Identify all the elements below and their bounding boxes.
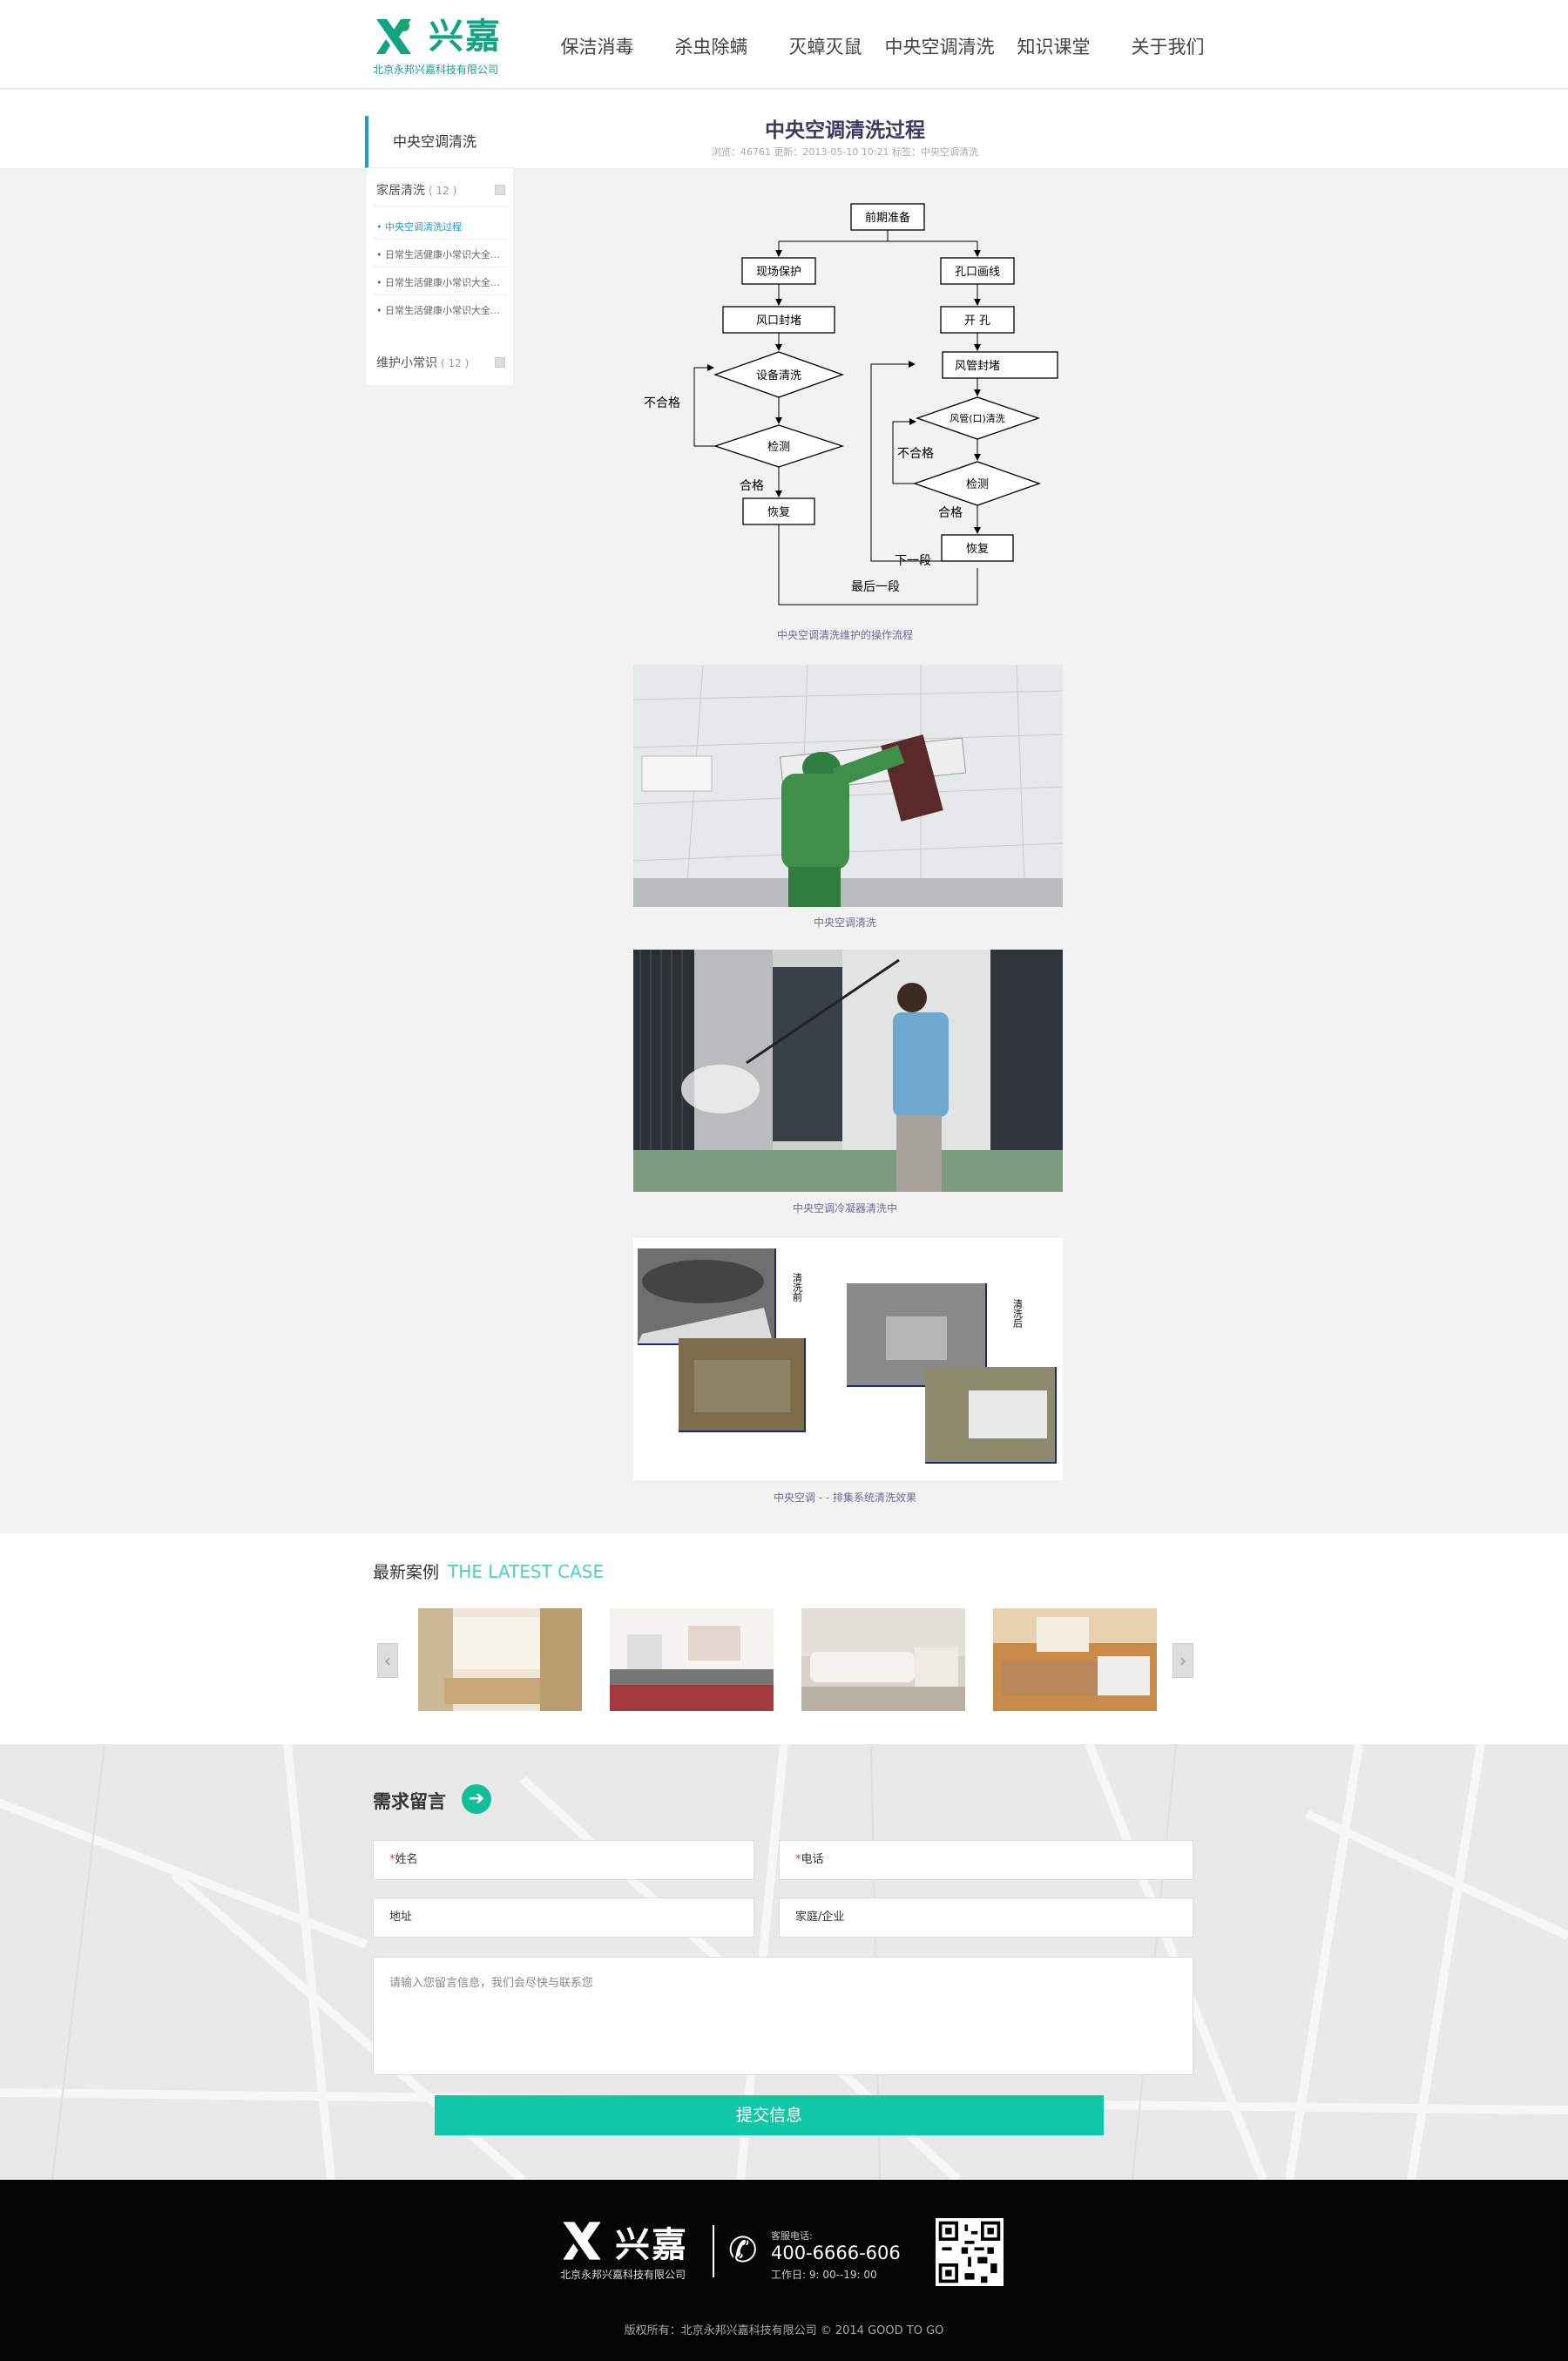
expand-icon[interactable] xyxy=(495,185,505,195)
category-label: 维护小常识 xyxy=(376,356,437,370)
cases-title-cn: 最新案例 xyxy=(373,1563,440,1582)
case-item-4[interactable] xyxy=(993,1608,1157,1711)
label-after: 清洗后 xyxy=(1012,1299,1024,1328)
photo-before-after: 清洗前 清洗后 xyxy=(633,1238,1063,1480)
footer-logo-subtitle: 北京永邦兴嘉科技有限公司 xyxy=(560,2269,686,2281)
copyright: 版权所有：北京永邦兴嘉科技有限公司 © 2014 GOOD TO GO xyxy=(624,2324,944,2337)
nav-item-roach-rodent[interactable]: 灭蟑灭鼠 xyxy=(768,0,882,89)
qr-code-icon xyxy=(936,2218,1004,2286)
flow-left-5: 恢复 xyxy=(767,506,790,519)
flow-right-6: 恢复 xyxy=(966,543,989,556)
caption-flowchart: 中央空调清洗维护的操作流程 xyxy=(776,629,913,641)
flow-right-1: 孔口画线 xyxy=(955,266,1000,279)
logo[interactable]: 兴嘉 北京永邦兴嘉科技有限公司 xyxy=(373,16,512,78)
nav-item-knowledge[interactable]: 知识课堂 xyxy=(997,0,1111,89)
footer-logo-text: 兴嘉 xyxy=(615,2225,688,2265)
flow-right-3: 风管封堵 xyxy=(955,360,1000,373)
flow-right-4: 风管(口)清洗 xyxy=(950,412,1005,424)
flow-left-3: 设备清洗 xyxy=(756,369,801,382)
caption-photo-2: 中央空调冷凝器清洗中 xyxy=(792,1202,897,1214)
flow-fail-left: 不合格 xyxy=(644,396,680,410)
case-item-3[interactable] xyxy=(801,1608,965,1711)
nav-item-cleaning[interactable]: 保洁消毒 xyxy=(540,0,654,89)
case-item-1[interactable] xyxy=(418,1608,582,1711)
photo-condenser-cleaning xyxy=(633,950,1063,1192)
type-field[interactable]: 家庭/企业 xyxy=(779,1898,1193,1938)
address-field-label: 地址 xyxy=(389,1911,413,1924)
sidebar-heading[interactable]: 中央空调清洗 xyxy=(365,116,514,168)
divider xyxy=(373,294,508,295)
nav-item-ac-cleaning[interactable]: 中央空调清洗 xyxy=(882,0,997,89)
flow-start: 前期准备 xyxy=(865,211,910,225)
flow-right-2: 开 孔 xyxy=(964,315,990,328)
name-field[interactable]: *姓名 xyxy=(373,1840,754,1880)
article-title: 中央空调清洗过程 xyxy=(765,119,925,142)
phone-field[interactable]: *电话 xyxy=(779,1840,1193,1880)
flow-next: 下一段 xyxy=(895,554,931,568)
flow-left-4: 检测 xyxy=(767,441,790,454)
cases-title: 最新案例 THE LATEST CASE xyxy=(373,1559,604,1583)
flow-right-5: 检测 xyxy=(966,478,989,491)
cases-title-en: THE LATEST CASE xyxy=(448,1561,605,1582)
cases-prev-button[interactable]: ‹ xyxy=(377,1643,398,1678)
flow-left-1: 现场保护 xyxy=(756,266,801,279)
sidebar-link[interactable]: • 日常生活健康小常识大全... xyxy=(376,247,509,261)
sidebar: 中央空调清洗 家居清洗 ( 12 ) • 中央空调清洗过程 • 日常生活健康小常识… xyxy=(365,116,514,386)
flowchart-diagram: 前期准备 现场保护 风口封堵 设备清洗 检测 不合格 合格 恢复 孔口画线 开 … xyxy=(644,203,1058,605)
tel-number[interactable]: 400-6666-606 xyxy=(771,2243,901,2263)
flow-pass-left: 合格 xyxy=(740,479,764,493)
case-item-2[interactable] xyxy=(610,1608,774,1711)
logo-subtitle: 北京永邦兴嘉科技有限公司 xyxy=(373,64,499,76)
footer-divider xyxy=(713,2225,714,2277)
sidebar-link[interactable]: • 日常生活健康小常识大全... xyxy=(376,275,509,289)
logo-x-icon xyxy=(376,19,411,54)
site-footer: 兴嘉 北京永邦兴嘉科技有限公司 ✆ 客服电话: 400-6666-606 工作日… xyxy=(0,2180,1568,2361)
message-textarea[interactable]: 请输入您留言信息，我们会尽快与联系您 xyxy=(373,1957,1193,2075)
arrow-right-icon: ➔ xyxy=(462,1784,491,1814)
label-before: 清洗前 xyxy=(792,1273,803,1302)
message-section: 需求留言 ➔ *姓名 *电话 地址 家庭/企业 请输入您留言信息，我们会尽快与联… xyxy=(0,1744,1568,2180)
nav-item-about[interactable]: 关于我们 xyxy=(1111,0,1225,89)
phone-icon: ✆ xyxy=(728,2230,758,2270)
work-hours: 工作日: 9: 00--19: 00 xyxy=(771,2269,877,2281)
nav-item-pest[interactable]: 杀虫除螨 xyxy=(654,0,768,89)
caption-photo-3: 中央空调 - - 排集系统清洗效果 xyxy=(773,1492,917,1504)
submit-button[interactable]: 提交信息 xyxy=(435,2095,1104,2135)
cases-next-button[interactable]: › xyxy=(1173,1643,1193,1678)
category-label: 家居清洗 xyxy=(376,184,425,198)
tel-label: 客服电话: xyxy=(771,2230,813,2242)
category-count: ( 12 ) xyxy=(429,185,457,197)
main-nav: 保洁消毒 杀虫除螨 灭蟑灭鼠 中央空调清洗 知识课堂 关于我们 xyxy=(540,0,1225,89)
flow-pass-right: 合格 xyxy=(938,506,963,520)
footer-logo-x-icon xyxy=(563,2222,601,2260)
phone-field-label: 电话 xyxy=(801,1853,824,1866)
caption-photo-1: 中央空调清洗 xyxy=(813,917,876,929)
message-title: 需求留言 xyxy=(373,1791,446,1812)
flow-left-2: 风口封堵 xyxy=(756,315,801,328)
article-meta: 浏览：46761 更新：2013-05-10 10:21 标签：中央空调清洗 xyxy=(711,146,979,158)
type-field-label: 家庭/企业 xyxy=(795,1911,845,1924)
site-header: 兴嘉 北京永邦兴嘉科技有限公司 保洁消毒 杀虫除螨 灭蟑灭鼠 中央空调清洗 知识… xyxy=(0,0,1568,89)
logo-text: 兴嘉 xyxy=(429,17,502,57)
latest-cases: 最新案例 THE LATEST CASE ‹ › xyxy=(0,1533,1568,1744)
name-field-label: 姓名 xyxy=(395,1853,418,1866)
sidebar-category-tips[interactable]: 维护小常识 ( 12 ) xyxy=(376,354,509,371)
sidebar-link-active[interactable]: • 中央空调清洗过程 xyxy=(376,220,509,233)
sidebar-category-home[interactable]: 家居清洗 ( 12 ) xyxy=(376,181,509,199)
flow-fail-right: 不合格 xyxy=(897,447,934,461)
photo-ac-cleaning xyxy=(633,665,1063,907)
address-field[interactable]: 地址 xyxy=(373,1898,754,1938)
flow-last: 最后一段 xyxy=(851,580,900,594)
sidebar-link[interactable]: • 日常生活健康小常识大全... xyxy=(376,303,509,317)
category-count: ( 12 ) xyxy=(441,357,470,369)
expand-icon[interactable] xyxy=(495,357,505,368)
divider xyxy=(373,239,508,240)
